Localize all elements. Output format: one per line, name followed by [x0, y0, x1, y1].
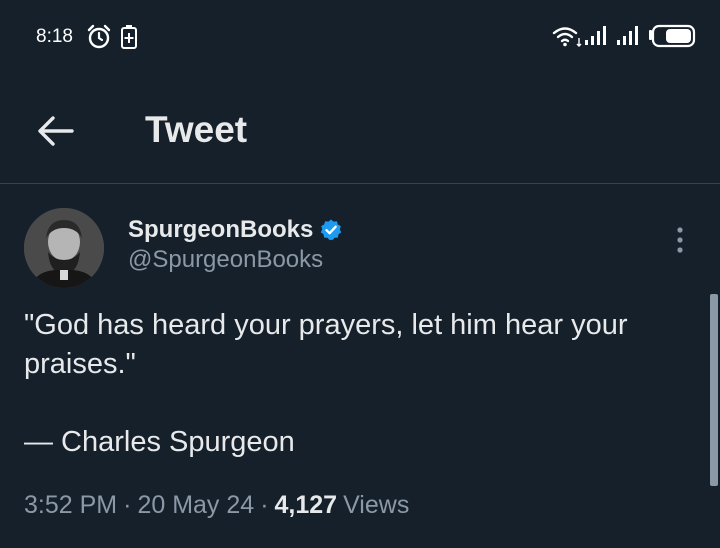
signal-icon — [585, 26, 606, 45]
page-title: Tweet — [145, 109, 248, 150]
scrollbar[interactable] — [710, 294, 718, 486]
avatar-portrait-icon — [24, 208, 104, 288]
tweet-time: 3:52 PM — [24, 491, 118, 519]
handle[interactable]: @SpurgeonBooks — [128, 246, 323, 274]
signal-icon — [617, 26, 638, 45]
meta-separator: · — [260, 491, 269, 519]
status-time: 8:18 — [36, 26, 73, 47]
header: Tweet — [0, 72, 720, 184]
meta-separator: · — [123, 491, 132, 519]
views-label[interactable]: Views — [343, 491, 409, 520]
alarm-icon — [87, 24, 111, 49]
display-name-row[interactable]: SpurgeonBooks — [128, 216, 343, 244]
tweet-date: 20 May 24 — [137, 491, 255, 519]
back-button[interactable] — [34, 110, 76, 152]
wifi-icon — [552, 27, 582, 47]
battery-saver-icon — [121, 25, 137, 49]
tweet-meta: 3:52 PM · 20 May 24 · 4,127 Views — [24, 491, 409, 520]
status-bar: 8:18 — [0, 0, 720, 72]
more-options-icon[interactable] — [668, 224, 692, 256]
tweet-text: "God has heard your prayers, let him hea… — [24, 309, 628, 380]
verified-badge-icon — [321, 219, 342, 241]
display-name[interactable]: SpurgeonBooks — [128, 216, 313, 244]
tweet-attribution: — Charles Spurgeon — [24, 426, 295, 458]
views-count[interactable]: 4,127 — [275, 491, 338, 520]
avatar[interactable] — [24, 208, 104, 288]
battery-icon — [649, 24, 696, 48]
